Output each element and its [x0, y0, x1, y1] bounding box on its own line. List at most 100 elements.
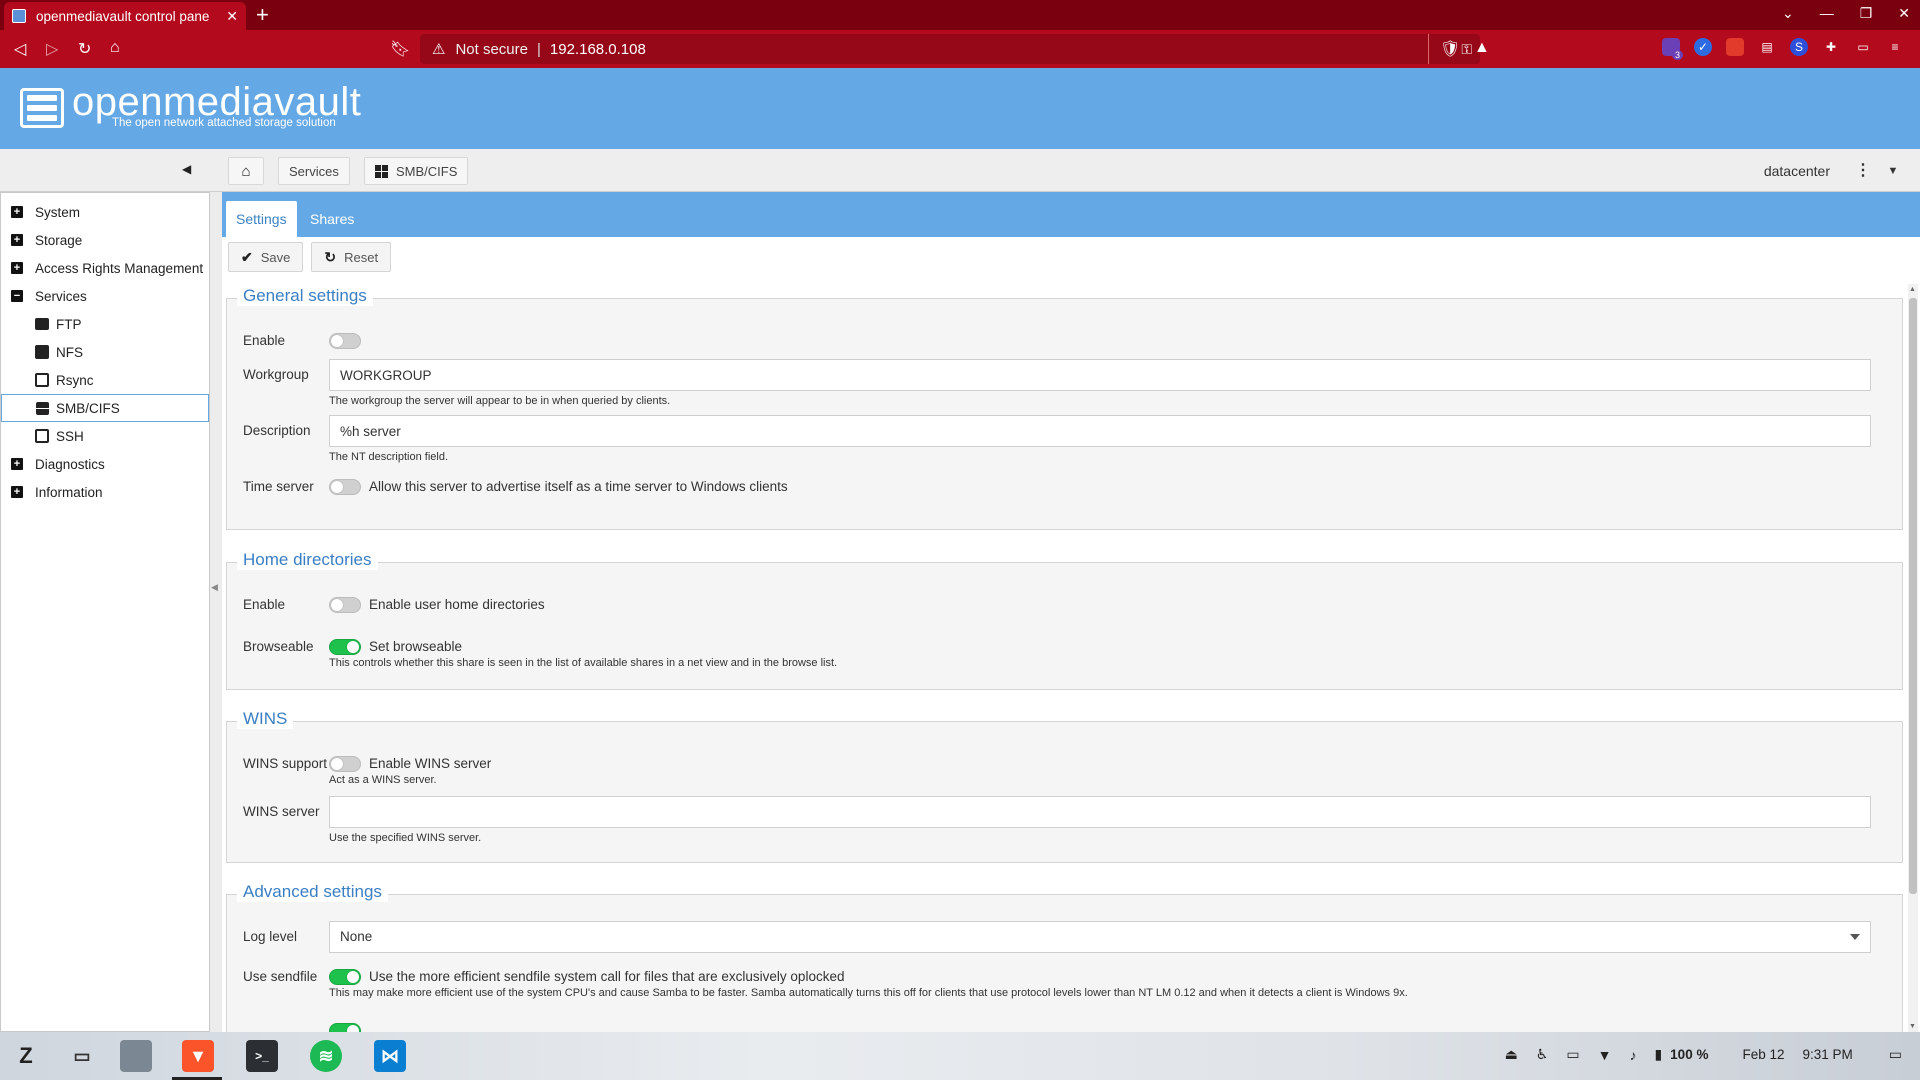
general-settings-section: General settings Enable Workgroup The wo…: [226, 286, 1903, 530]
sidebar-item-label: Access Rights Management: [35, 260, 204, 276]
expand-icon[interactable]: +: [11, 234, 23, 246]
wins-server-input[interactable]: [329, 796, 1871, 828]
reset-button[interactable]: ↻ Reset: [311, 242, 392, 272]
breadcrumb-home[interactable]: ⌂: [228, 157, 264, 185]
tab-settings[interactable]: Settings: [226, 201, 297, 237]
home-icon[interactable]: ⌂: [110, 39, 120, 57]
spotify-icon[interactable]: ≋: [310, 1040, 342, 1072]
key-icon[interactable]: ⚿: [1461, 41, 1472, 58]
home-enable-toggle[interactable]: [329, 597, 361, 613]
brand-name: openmediavault: [72, 80, 362, 124]
sidebar-item-diagnostics[interactable]: + Diagnostics: [1, 450, 209, 478]
files-icon[interactable]: [120, 1040, 152, 1072]
eject-icon[interactable]: ⏏: [1505, 1046, 1518, 1063]
wifi-icon[interactable]: ▼: [1598, 1047, 1612, 1063]
log-level-select[interactable]: None: [329, 921, 1871, 953]
brave-rewards-icon[interactable]: ▲: [1474, 39, 1490, 57]
close-tab-icon[interactable]: ✕: [226, 8, 238, 25]
extension-icon[interactable]: ▤: [1758, 38, 1776, 56]
brave-shields-icon[interactable]: 🛡︎: [1440, 39, 1460, 59]
omv-logo-icon: [20, 88, 64, 128]
sendfile-hint: This may make more efficient use of the …: [329, 987, 1408, 999]
browseable-toggle[interactable]: [329, 639, 361, 655]
expand-icon[interactable]: +: [11, 458, 23, 470]
sendfile-toggle[interactable]: [329, 969, 361, 985]
puzzle-icon[interactable]: ✚: [1822, 38, 1840, 56]
collapse-handle-icon[interactable]: ◀: [211, 582, 218, 593]
sidebar-item-storage[interactable]: + Storage: [1, 226, 209, 254]
more-options-icon[interactable]: ⋮: [1850, 157, 1876, 185]
volume-icon[interactable]: ♪: [1629, 1047, 1636, 1063]
save-button[interactable]: ✔ Save: [228, 242, 304, 272]
address-bar[interactable]: ⚠ Not secure | 192.168.0.108 ⚿: [420, 34, 1480, 64]
sidebar-item-nfs[interactable]: NFS: [1, 338, 209, 366]
user-name[interactable]: datacenter: [1764, 163, 1830, 179]
scrollbar-thumb[interactable]: [1909, 298, 1917, 894]
sidebar-item-smb[interactable]: SMB/CIFS: [1, 394, 209, 422]
zorin-menu-icon[interactable]: Z: [10, 1040, 42, 1072]
forward-icon[interactable]: ▷: [46, 39, 58, 59]
back-icon[interactable]: ◁: [14, 39, 26, 59]
tab-shares[interactable]: Shares: [300, 201, 364, 237]
collapse-sidebar-icon[interactable]: ◀: [182, 162, 191, 176]
expand-icon[interactable]: +: [11, 206, 23, 218]
sidebar-item-information[interactable]: + Information: [1, 478, 209, 506]
accessibility-icon[interactable]: ♿︎: [1536, 1046, 1549, 1063]
extension-icon[interactable]: [1726, 38, 1744, 56]
reload-icon[interactable]: ↻: [78, 39, 91, 59]
breadcrumb-services[interactable]: Services: [278, 157, 350, 185]
sidebar-item-services[interactable]: − Services: [1, 282, 209, 310]
breadcrumb-smb[interactable]: SMB/CIFS: [364, 157, 469, 185]
extension-icon[interactable]: S: [1790, 38, 1808, 56]
wallet-icon[interactable]: ▭: [1854, 38, 1872, 56]
minimize-icon[interactable]: —: [1820, 5, 1834, 22]
restore-icon[interactable]: ❐: [1860, 5, 1873, 22]
new-tab-button[interactable]: +: [256, 3, 269, 27]
windows-icon: [36, 401, 49, 415]
description-input[interactable]: [329, 415, 1871, 447]
clock-time[interactable]: 9:31 PM: [1802, 1047, 1852, 1062]
brave-browser-icon[interactable]: ▼: [182, 1040, 214, 1072]
expand-icon[interactable]: +: [11, 486, 23, 498]
collapse-icon[interactable]: −: [11, 290, 23, 302]
ftp-icon: [35, 318, 49, 330]
vscode-icon[interactable]: ⋈: [374, 1040, 406, 1072]
expand-icon[interactable]: +: [11, 262, 23, 274]
sidebar-splitter[interactable]: ◀: [210, 192, 222, 1032]
clock-date[interactable]: Feb 12: [1742, 1047, 1784, 1062]
chevron-down-icon[interactable]: ▼: [1880, 157, 1906, 185]
section-title: General settings: [237, 286, 373, 306]
extensions-area: ✓ ▤ S ✚ ▭ ≡: [1662, 38, 1904, 56]
sidebar-item-label: System: [35, 204, 81, 220]
sidebar-item-access-rights[interactable]: + Access Rights Management: [1, 254, 209, 282]
menu-icon[interactable]: ≡: [1886, 38, 1904, 56]
close-window-icon[interactable]: ✕: [1898, 5, 1910, 22]
vertical-scrollbar[interactable]: ▲ ▼: [1908, 284, 1918, 1032]
time-server-label: Time server: [243, 479, 314, 494]
show-desktop-icon[interactable]: ▭: [1889, 1046, 1902, 1063]
nfs-icon: [35, 345, 49, 359]
breadcrumb-label: SMB/CIFS: [396, 163, 458, 179]
scroll-up-icon[interactable]: ▲: [1909, 286, 1916, 293]
home-enable-label: Enable: [243, 597, 286, 612]
display-icon[interactable]: ▭: [1566, 1046, 1579, 1063]
sidebar-item-rsync[interactable]: Rsync: [1, 366, 209, 394]
wins-support-toggle[interactable]: [329, 756, 361, 772]
tab-search-icon[interactable]: ⌄: [1782, 5, 1794, 22]
sidebar-item-label: Diagnostics: [35, 456, 105, 472]
extension-icon[interactable]: ✓: [1694, 38, 1712, 56]
workgroup-input[interactable]: [329, 359, 1871, 391]
scroll-down-icon[interactable]: ▼: [1909, 1023, 1916, 1030]
enable-toggle[interactable]: [329, 333, 361, 349]
browser-tab[interactable]: openmediavault control pane ✕: [4, 2, 246, 30]
sidebar-item-system[interactable]: + System: [1, 198, 209, 226]
sidebar-item-ftp[interactable]: FTP: [1, 310, 209, 338]
time-server-toggle[interactable]: [329, 479, 361, 495]
workgroup-hint: The workgroup the server will appear to …: [329, 395, 671, 407]
battery-icon[interactable]: ▮: [1654, 1046, 1662, 1063]
bookmark-icon[interactable]: 🔖︎: [390, 39, 410, 59]
workspaces-icon[interactable]: ▭: [66, 1040, 98, 1072]
terminal-icon[interactable]: >_: [246, 1040, 278, 1072]
sidebar-item-ssh[interactable]: SSH: [1, 422, 209, 450]
next-option-toggle[interactable]: [329, 1023, 361, 1032]
